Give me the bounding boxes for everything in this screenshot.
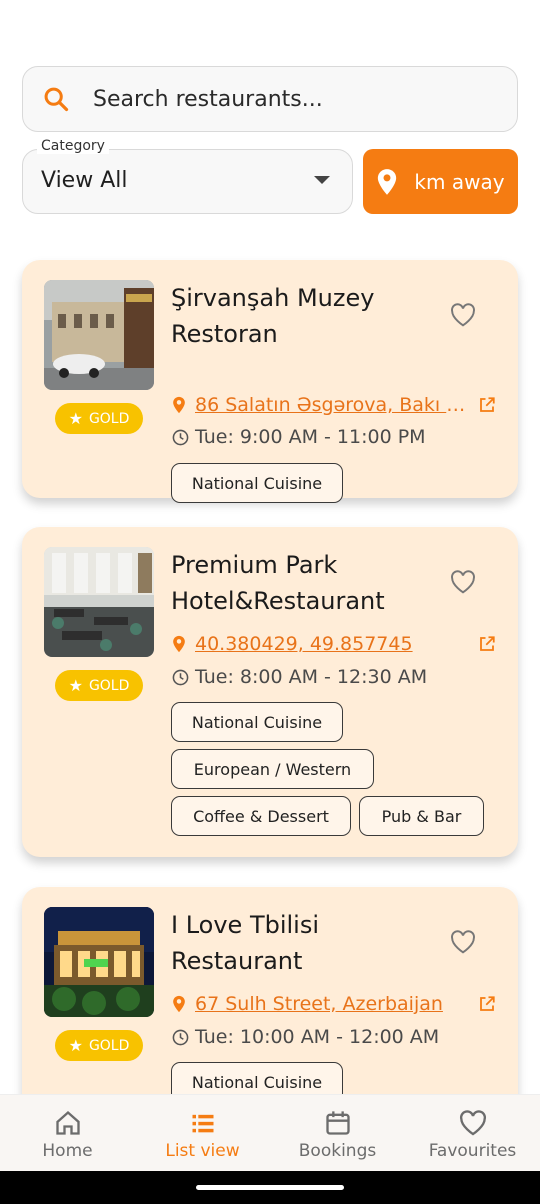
- opening-hours: Tue: 9:00 AM - 11:00 PM: [195, 426, 426, 448]
- address-link[interactable]: 86 Salatın Əsgərova, Bakı 1000, Azerbaij…: [195, 394, 471, 416]
- km-away-label: km away: [414, 169, 505, 194]
- gold-badge: ★ GOLD: [55, 670, 143, 701]
- nav-bookings[interactable]: Bookings: [270, 1095, 405, 1172]
- restaurant-name[interactable]: I Love Tbilisi Restaurant: [171, 907, 431, 979]
- location-pin-icon: [173, 396, 185, 414]
- name-line: Restoran: [171, 320, 278, 348]
- gold-badge: ★ GOLD: [55, 403, 143, 434]
- cuisine-tag[interactable]: Coffee & Dessert: [171, 796, 351, 836]
- search-placeholder: Search restaurants...: [93, 86, 323, 112]
- cuisine-tag[interactable]: National Cuisine: [171, 463, 343, 503]
- favourite-icon[interactable]: [450, 303, 476, 327]
- open-external-icon[interactable]: [478, 995, 496, 1013]
- cuisine-tag[interactable]: Pub & Bar: [359, 796, 484, 836]
- favourite-icon[interactable]: [450, 930, 476, 954]
- home-indicator[interactable]: [196, 1185, 344, 1190]
- open-external-icon[interactable]: [478, 396, 496, 414]
- clock-icon: [172, 1029, 189, 1045]
- star-icon: ★: [68, 1036, 83, 1055]
- calendar-icon: [325, 1111, 350, 1135]
- system-gesture-bar: [0, 1171, 540, 1204]
- restaurant-photo: [44, 907, 154, 1017]
- nav-label: Home: [42, 1141, 93, 1161]
- address-link[interactable]: 40.380429, 49.857745: [195, 633, 413, 655]
- location-pin-icon: [173, 995, 185, 1013]
- gold-badge: ★ GOLD: [55, 1030, 143, 1061]
- category-label: Category: [37, 138, 109, 154]
- hours-row: Tue: 10:00 AM - 12:00 AM: [172, 1026, 439, 1048]
- star-icon: ★: [68, 676, 83, 695]
- name-line: Şirvanşah Muzey: [171, 284, 375, 312]
- clock-icon: [172, 429, 189, 445]
- hours-row: Tue: 8:00 AM - 12:30 AM: [172, 666, 427, 688]
- restaurant-name[interactable]: Premium Park Hotel&Restaurant: [171, 547, 431, 619]
- home-icon: [55, 1110, 80, 1135]
- screen: Search restaurants... Category View All …: [0, 0, 540, 1204]
- chevron-down-icon: [314, 176, 330, 184]
- name-line: I Love Tbilisi: [171, 911, 320, 939]
- category-value: View All: [41, 168, 128, 193]
- badge-label: GOLD: [88, 677, 130, 694]
- opening-hours: Tue: 10:00 AM - 12:00 AM: [195, 1026, 440, 1048]
- location-pin-icon: [173, 635, 185, 653]
- nav-label: Bookings: [298, 1141, 377, 1161]
- address-row: 40.380429, 49.857745: [172, 632, 502, 656]
- cuisine-tag[interactable]: National Cuisine: [171, 702, 343, 742]
- open-external-icon[interactable]: [478, 635, 496, 653]
- restaurant-list[interactable]: ★ GOLD Şirvanşah Muzey Restoran 86 Salatın…: [0, 232, 540, 1094]
- nav-favourites[interactable]: Favourites: [405, 1095, 540, 1172]
- name-line: Restaurant: [171, 947, 303, 975]
- address-link[interactable]: 67 Sulh Street, Azerbaijan: [195, 993, 443, 1015]
- nav-label: List view: [165, 1141, 240, 1161]
- restaurant-name[interactable]: Şirvanşah Muzey Restoran: [171, 280, 431, 352]
- category-select[interactable]: Category View All: [22, 138, 353, 214]
- km-away-button[interactable]: km away: [363, 149, 518, 214]
- restaurant-photo: [44, 547, 154, 657]
- star-icon: ★: [68, 409, 83, 428]
- name-line: Hotel&Restaurant: [171, 587, 385, 615]
- restaurant-card[interactable]: ★ GOLD Premium Park Hotel&Restaurant 40.38…: [22, 527, 518, 857]
- hours-row: Tue: 9:00 AM - 11:00 PM: [172, 426, 426, 448]
- badge-label: GOLD: [88, 1037, 130, 1054]
- nav-list-view[interactable]: List view: [135, 1095, 270, 1172]
- cuisine-tag[interactable]: European / Western: [171, 749, 374, 789]
- nav-home[interactable]: Home: [0, 1095, 135, 1172]
- clock-icon: [172, 669, 189, 685]
- restaurant-card[interactable]: ★ GOLD I Love Tbilisi Restaurant 67 Sulh S…: [22, 887, 518, 1094]
- heart-icon: [459, 1110, 486, 1136]
- location-pin-icon: [378, 168, 397, 195]
- opening-hours: Tue: 8:00 AM - 12:30 AM: [195, 666, 428, 688]
- badge-label: GOLD: [88, 410, 130, 427]
- cuisine-tag[interactable]: National Cuisine: [171, 1062, 343, 1094]
- nav-label: Favourites: [428, 1141, 517, 1161]
- restaurant-photo: [44, 280, 154, 390]
- name-line: Premium Park: [171, 551, 338, 579]
- bottom-navigation: Home List view Bookings Favourites: [0, 1094, 540, 1171]
- address-row: 86 Salatın Əsgərova, Bakı 1000, Azerbaij…: [172, 393, 502, 417]
- restaurant-card[interactable]: ★ GOLD Şirvanşah Muzey Restoran 86 Salatın…: [22, 260, 518, 503]
- address-row: 67 Sulh Street, Azerbaijan: [172, 992, 502, 1016]
- search-icon: [41, 84, 71, 114]
- search-input[interactable]: Search restaurants...: [22, 66, 518, 132]
- list-icon: [192, 1114, 213, 1133]
- favourite-icon[interactable]: [450, 570, 476, 594]
